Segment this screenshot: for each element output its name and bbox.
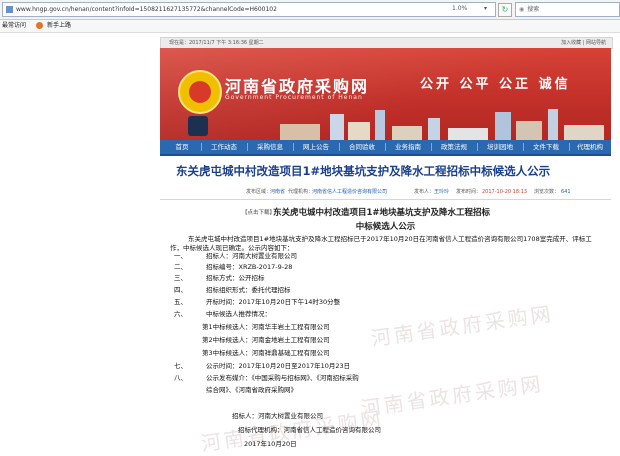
item-text: 中标候选人推荐情况： — [206, 310, 271, 318]
site-subtitle: Government Procurement of Henan — [225, 94, 363, 101]
site-slogan: 公开 公平 公正 诚信 — [420, 77, 571, 92]
item-number: 一、 — [174, 252, 187, 260]
intro-paragraph: 东关虎屯城中村改造项目1#地块基坑支护及降水工程招标已于2017年10月20日在… — [170, 235, 592, 252]
meta-views: 641 — [561, 189, 571, 195]
item-number: 八、 — [174, 374, 187, 382]
item-text: 招标人：河南大树置业有限公司 — [206, 252, 297, 260]
reload-icon[interactable]: ↻ — [498, 3, 512, 17]
item-number: 三、 — [174, 274, 187, 282]
publicity-period: 公示时间：2017年10月20日至2017年10月23日 — [206, 362, 351, 370]
search-box[interactable]: ◉ 搜索 — [515, 2, 620, 17]
browser-toolbar: www.hngp.gov.cn/henan/content?infoId=150… — [0, 0, 620, 20]
item-text: 招标方式：公开招标 — [206, 274, 265, 282]
content-subtitle: 中标候选人公示 — [355, 222, 416, 232]
device-image — [188, 116, 208, 136]
meta-views-label: 浏览次数： — [534, 189, 560, 195]
meta-region[interactable]: 河南省 — [270, 187, 285, 197]
search-engine-icon: ◉ — [519, 6, 525, 13]
nav-contract-acceptance[interactable]: 合同验收 — [340, 140, 384, 154]
publish-media: 公示发布媒介：《中国采购与招标网》、《河南招标采购 — [206, 374, 359, 382]
site-banner: 河南省政府采购网 Government Procurement of Henan… — [160, 48, 611, 140]
nav-procurement-info[interactable]: 采购信息 — [248, 140, 292, 154]
meta-author-label: 发布人： — [414, 189, 435, 195]
address-bar[interactable]: www.hngp.gov.cn/henan/content?infoId=150… — [2, 2, 496, 17]
bookmark-most-visited[interactable]: 最常访问 — [2, 22, 26, 29]
item-number: 六、 — [174, 310, 187, 318]
site-favicon — [6, 6, 13, 13]
bookmarks-bar: 最常访问 新手上路 — [0, 20, 620, 33]
top-links[interactable]: 加入收藏 | 网站导航 — [561, 38, 606, 48]
search-placeholder: 搜索 — [527, 6, 540, 13]
nav-agencies[interactable]: 代理机构 — [570, 140, 610, 154]
item-number: 七、 — [174, 362, 187, 370]
zoom-level[interactable]: 1.0% — [452, 3, 467, 15]
address-url: www.hngp.gov.cn/henan/content?infoId=150… — [16, 6, 277, 13]
signature-date: 2017年10月20日 — [244, 440, 297, 448]
item-number: 五、 — [174, 298, 187, 306]
item-text: 招标编号：XRZB-2017-9-28 — [206, 263, 293, 271]
signature-agent: 招标代理机构：河南省信人工程造价咨询有限公司 — [238, 426, 381, 434]
nav-home[interactable]: 首页 — [164, 140, 200, 154]
city-skyline-image — [160, 106, 611, 140]
meta-agency[interactable]: 河南省信人工程造价咨询有限公司 — [312, 187, 387, 197]
meta-time: 2017-10-20 18:13 — [482, 189, 528, 195]
nav-downloads[interactable]: 文件下载 — [524, 140, 568, 154]
item-text: 开标时间：2017年10月20日下午14时30分整 — [206, 298, 341, 306]
candidate-2: 第2中标候选人：河南金地岩土工程有限公司 — [202, 336, 330, 344]
nav-business-guide[interactable]: 业务指南 — [386, 140, 430, 154]
url-dropdown-icon[interactable]: ▾ — [484, 3, 487, 15]
main-nav: 首页 工作动态 采购信息 网上公告 合同验收 业务指南 政策法规 培训园地 文件… — [160, 140, 611, 156]
candidate-1: 第1中标候选人：河南华丰岩土工程有限公司 — [202, 323, 330, 331]
candidate-3: 第3中标候选人：河南祥鼎基础工程有限公司 — [202, 349, 330, 357]
watermark-text: 河南省政府采购网 — [369, 301, 555, 351]
meta-author: 王玲玲 — [434, 189, 450, 195]
content-title: 东关虎屯城中村改造项目1#地块基坑支护及降水工程招标 — [273, 208, 491, 218]
item-number: 四、 — [174, 286, 187, 294]
firefox-icon — [35, 22, 43, 29]
item-text: 招标组织形式：委托代理招标 — [206, 286, 291, 294]
nav-policy-law[interactable]: 政策法规 — [432, 140, 476, 154]
nav-online-notices[interactable]: 网上公告 — [294, 140, 338, 154]
article-heading: 东关虎屯城中村改造项目1#地块基坑支护及降水工程招标中标候选人公示 — [176, 164, 551, 178]
nav-work-news[interactable]: 工作动态 — [202, 140, 246, 154]
publish-media-cont: 综合网》、《河南省政府采购网》 — [206, 386, 297, 394]
download-link[interactable]: 【点击下载】 — [242, 208, 275, 216]
current-date: 现在是：2017/11/7 下午 3:16:36 星期二 — [169, 40, 264, 46]
bookmark-getting-started[interactable]: 新手上路 — [47, 22, 71, 29]
meta-time-label: 发布时间： — [456, 189, 482, 195]
meta-agency-label: 代理机构： — [288, 189, 314, 195]
article-content: 河南省政府采购网 河南省政府采购网 河南省政府采购网 【点击下载】 东关虎屯城中… — [160, 200, 611, 456]
item-number: 二、 — [174, 263, 187, 271]
nav-training[interactable]: 培训园地 — [478, 140, 522, 154]
signature-owner: 招标人：河南大树置业有限公司 — [232, 412, 323, 420]
article-meta: 发布区域： 河南省 代理机构： 河南省信人工程造价咨询有限公司 发布人： 王玲玲… — [160, 187, 611, 197]
meta-region-label: 发布区域： — [246, 189, 272, 195]
watermark-text: 河南省政府采购网 — [359, 371, 545, 421]
